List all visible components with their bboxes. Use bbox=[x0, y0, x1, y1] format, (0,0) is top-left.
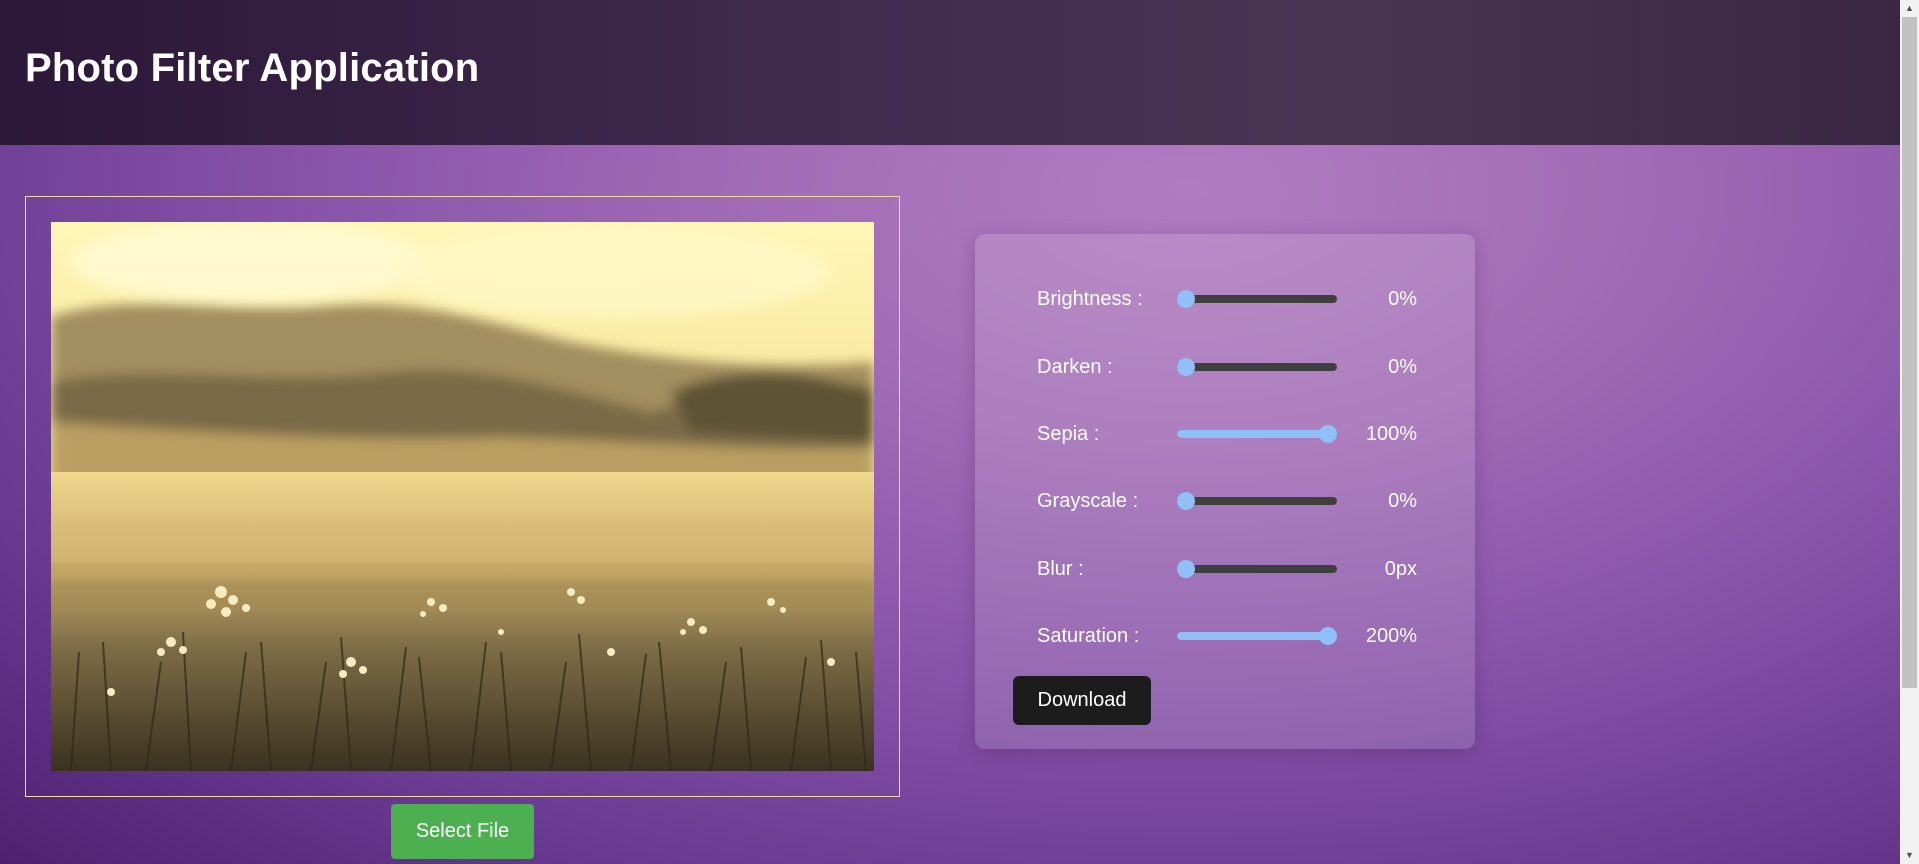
darken-slider[interactable] bbox=[1177, 358, 1337, 376]
select-file-button[interactable]: Select File bbox=[391, 804, 534, 859]
filter-row-grayscale: Grayscale : 0% bbox=[1037, 486, 1417, 516]
slider-thumb[interactable] bbox=[1319, 627, 1337, 645]
filter-label: Sepia : bbox=[1037, 423, 1100, 445]
saturation-slider[interactable] bbox=[1177, 627, 1337, 645]
filter-label: Brightness : bbox=[1037, 288, 1143, 310]
slider-fill bbox=[1177, 632, 1328, 640]
filter-row-darken: Darken : 0% bbox=[1037, 352, 1417, 382]
filter-value: 0% bbox=[1388, 288, 1417, 310]
filter-label: Saturation : bbox=[1037, 625, 1140, 647]
scrollbar-thumb[interactable] bbox=[1902, 17, 1917, 688]
scroll-down-arrow-icon[interactable]: ▼ bbox=[1900, 847, 1919, 864]
slider-thumb[interactable] bbox=[1319, 425, 1337, 443]
brightness-slider[interactable] bbox=[1177, 290, 1337, 308]
scroll-up-arrow-icon[interactable]: ▲ bbox=[1900, 0, 1919, 17]
app-header: Photo Filter Application bbox=[0, 0, 1900, 145]
filter-label: Grayscale : bbox=[1037, 490, 1139, 512]
filter-row-brightness: Brightness : 0% bbox=[1037, 284, 1417, 314]
filter-value: 0px bbox=[1384, 558, 1417, 580]
filter-row-sepia: Sepia : 100% bbox=[1037, 419, 1417, 449]
grayscale-slider[interactable] bbox=[1177, 492, 1337, 510]
filter-value: 200% bbox=[1365, 625, 1417, 647]
slider-track bbox=[1177, 497, 1337, 505]
vertical-scrollbar[interactable]: ▲ ▼ bbox=[1900, 0, 1919, 864]
slider-fill bbox=[1177, 430, 1328, 438]
download-button[interactable]: Download bbox=[1013, 676, 1151, 725]
filter-value: 0% bbox=[1388, 490, 1417, 512]
slider-track bbox=[1177, 632, 1337, 640]
slider-track bbox=[1177, 363, 1337, 371]
filter-value: 0% bbox=[1388, 356, 1417, 378]
page-title: Photo Filter Application bbox=[25, 46, 480, 90]
slider-track bbox=[1177, 430, 1337, 438]
filter-row-blur: Blur : 0px bbox=[1037, 554, 1417, 584]
slider-thumb[interactable] bbox=[1177, 560, 1195, 578]
filter-label: Darken : bbox=[1037, 356, 1113, 378]
sepia-slider[interactable] bbox=[1177, 425, 1337, 443]
slider-thumb[interactable] bbox=[1177, 290, 1195, 308]
filter-label: Blur : bbox=[1037, 558, 1084, 580]
slider-track bbox=[1177, 565, 1337, 573]
filter-controls-panel: Brightness : 0% Darken : 0% Sepia : 100%… bbox=[975, 234, 1475, 749]
filter-row-saturation: Saturation : 200% bbox=[1037, 621, 1417, 651]
slider-track bbox=[1177, 295, 1337, 303]
blur-slider[interactable] bbox=[1177, 560, 1337, 578]
image-preview-frame bbox=[25, 196, 900, 797]
slider-thumb[interactable] bbox=[1177, 492, 1195, 510]
filter-value: 100% bbox=[1365, 423, 1417, 445]
preview-image bbox=[51, 222, 874, 771]
slider-thumb[interactable] bbox=[1177, 358, 1195, 376]
